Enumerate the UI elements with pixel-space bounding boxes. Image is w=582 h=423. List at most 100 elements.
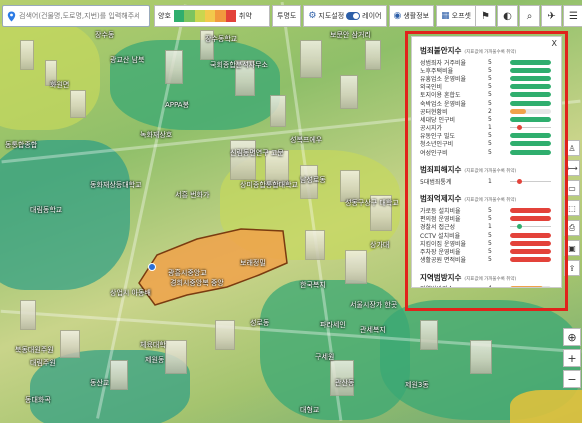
level-fill bbox=[510, 240, 551, 246]
indicator-value: 5 bbox=[488, 231, 492, 239]
index-section: 범죄피해지수 (지표값에 가까울수록 취약) 5대범죄통계 1 bbox=[420, 164, 555, 186]
search-box[interactable] bbox=[2, 5, 150, 27]
map-label: 동대화곡 bbox=[25, 396, 51, 404]
indicator-label: 5대범죄통계 bbox=[420, 178, 452, 186]
opacity-label: 투명도 bbox=[277, 12, 297, 20]
building bbox=[60, 330, 80, 358]
layer-toggle[interactable] bbox=[346, 12, 361, 20]
section-note: (지표값에 가까울수록 취약) bbox=[464, 276, 517, 282]
map-label: 장수동 bbox=[95, 31, 115, 39]
map-label: 국회종합분석사무소 bbox=[210, 61, 268, 69]
level-fill bbox=[510, 133, 551, 139]
map-label: 서울시장가 한곳 bbox=[350, 301, 398, 309]
level-fill bbox=[510, 100, 551, 106]
indicator-value: 5 bbox=[488, 140, 492, 148]
current-location-icon[interactable]: ⊕ bbox=[563, 328, 581, 346]
indicator-level-bar bbox=[510, 67, 551, 73]
map-label: 관세복지 bbox=[360, 326, 386, 334]
level-fill bbox=[510, 286, 543, 287]
indicator-value: 5 bbox=[488, 256, 492, 264]
indicator-level-bar bbox=[510, 232, 551, 238]
map-label: 상미종합통합대학교 bbox=[240, 181, 298, 189]
location-pin[interactable] bbox=[148, 263, 156, 271]
level-track bbox=[510, 226, 551, 228]
life-info-label: 생활정보 bbox=[403, 12, 430, 20]
building bbox=[420, 320, 438, 350]
indicator-value: 5 bbox=[488, 239, 492, 247]
bookmark-icon[interactable]: ⚑ bbox=[475, 5, 496, 27]
indicator-row: 지역범방지수4 bbox=[420, 284, 555, 287]
indicator-label: 여성인구비 bbox=[420, 149, 448, 157]
map-label: 구세원 bbox=[315, 353, 335, 361]
index-sections: 범죄불안지수 (지표값에 가까울수록 취약) 성범죄자 거주비율 5 노후주택비율 5 유흥… bbox=[420, 45, 555, 287]
map-label: 한국복지 bbox=[300, 281, 326, 289]
layer-label: 레이어 bbox=[362, 12, 382, 20]
building bbox=[365, 40, 381, 70]
zoom-in-button[interactable]: + bbox=[563, 349, 581, 367]
zoom-out-button[interactable]: − bbox=[563, 370, 581, 388]
map-setting-label: 지도설정 bbox=[318, 12, 345, 20]
map-setting-button[interactable]: ⚙ 지도설정 레이어 bbox=[303, 5, 387, 27]
level-fill bbox=[510, 149, 551, 155]
building bbox=[165, 50, 183, 84]
section-title: 범죄억제지수 bbox=[420, 194, 462, 204]
map-label: 북동대원주원 bbox=[15, 346, 54, 354]
level-fill bbox=[510, 257, 551, 263]
building bbox=[305, 230, 325, 260]
building bbox=[230, 140, 256, 180]
building bbox=[20, 40, 34, 70]
map-toolbar: 투명도 ⚙ 지도설정 레이어 ◉ 생활정보 ▦ 오프셋 bbox=[272, 5, 476, 27]
drone-icon[interactable]: ✈ bbox=[541, 5, 562, 27]
building bbox=[340, 75, 358, 109]
map-label: 남성로동 bbox=[300, 176, 326, 184]
indicator-value: 5 bbox=[488, 74, 492, 82]
indicator-level-bar bbox=[510, 116, 551, 122]
globe-icon: ◉ bbox=[393, 11, 402, 21]
map-label: 광흥시중앙교 bbox=[168, 269, 207, 277]
section-note: (지표값에 가까울수록 취약) bbox=[464, 169, 517, 175]
map-label: 대형교 bbox=[300, 406, 320, 414]
index-info-panel: X 범죄불안지수 (지표값에 가까울수록 취약) 성범죄자 거주비율 5 노후주택비율 5… bbox=[411, 36, 562, 288]
map-label: 제원동 bbox=[145, 356, 165, 364]
map-label: 성복프에우 bbox=[290, 136, 323, 144]
indicator-level-bar bbox=[510, 208, 551, 214]
building bbox=[215, 320, 235, 350]
life-info-button[interactable]: ◉ 생활정보 bbox=[388, 5, 435, 27]
indicator-value: 4 bbox=[488, 285, 510, 287]
map-label: 동통합종합 bbox=[5, 141, 38, 149]
level-fill bbox=[510, 108, 527, 114]
legend-swatch bbox=[204, 10, 216, 22]
indicator-label: 지역범방지수 bbox=[420, 284, 488, 287]
map-label: 경희시중앙복 중앙 bbox=[170, 279, 224, 287]
offset-button[interactable]: ▦ 오프셋 bbox=[436, 5, 476, 27]
indicator-value: 5 bbox=[488, 132, 492, 140]
menu-icon[interactable]: ☰ bbox=[563, 5, 582, 27]
indicator-level-bar bbox=[510, 108, 551, 114]
selected-area-polygon[interactable] bbox=[135, 225, 290, 307]
building bbox=[110, 360, 128, 390]
close-icon[interactable]: X bbox=[552, 39, 557, 48]
top-right-controls: ⚑ ◐ ⌕ ✈ ☰ bbox=[475, 5, 582, 27]
map-label: 보래정밀 bbox=[240, 259, 266, 267]
opacity-button[interactable]: 투명도 bbox=[272, 5, 302, 27]
indicator-value: 5 bbox=[488, 207, 492, 215]
building bbox=[70, 90, 86, 118]
level-fill bbox=[510, 216, 551, 222]
indicator-level-bar bbox=[510, 84, 551, 90]
level-fill bbox=[510, 232, 551, 238]
map-label: 상업시 아동배 bbox=[110, 289, 151, 297]
contrast-icon[interactable]: ◐ bbox=[497, 5, 518, 27]
indicator-level-bar bbox=[510, 149, 551, 155]
indicator-value: 5 bbox=[488, 148, 492, 156]
map-label: 대림주원 bbox=[30, 359, 56, 367]
indicator-value: 5 bbox=[488, 99, 492, 107]
indicator-value: 1 bbox=[488, 223, 492, 231]
search-input[interactable] bbox=[19, 12, 139, 20]
legend-safe-label: 양호 bbox=[158, 12, 171, 20]
map-label: APPA봉 bbox=[165, 101, 190, 109]
zoom-search-icon[interactable]: ⌕ bbox=[519, 5, 540, 27]
map-label: 성동구상구 대학교 bbox=[345, 199, 399, 207]
legend-swatch bbox=[173, 10, 185, 22]
indicator-level-bar bbox=[510, 75, 551, 81]
indicator-value: 5 bbox=[488, 83, 492, 91]
